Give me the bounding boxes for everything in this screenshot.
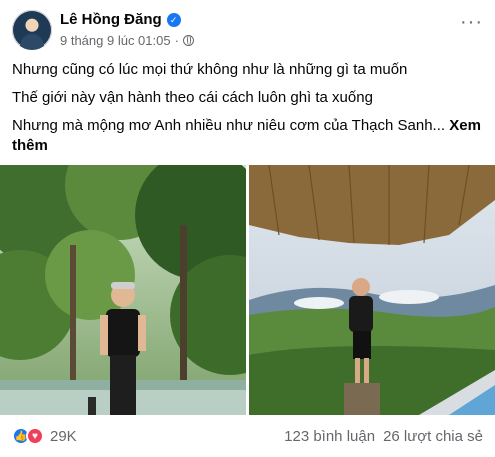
post-line-1: Nhưng cũng có lúc mọi thứ không như là n… xyxy=(12,61,408,78)
photo-grid xyxy=(0,165,495,415)
verified-badge-icon: ✓ xyxy=(166,12,181,27)
photo-forest[interactable] xyxy=(0,165,246,415)
photo-mountain-view[interactable] xyxy=(249,165,495,415)
post-line-3: Nhưng mà mộng mơ Anh nhiều như niêu cơm … xyxy=(12,116,483,156)
post-stats: 123 bình luận 26 lượt chia sẻ xyxy=(284,428,483,445)
reaction-count[interactable]: 29K xyxy=(50,428,77,445)
post-line-2: Thế giới này vận hành theo cái cách luôn… xyxy=(12,89,373,106)
post-text: Nhưng cũng có lúc mọi thứ không như là n… xyxy=(12,60,483,164)
post-footer: 👍 ♥ 29K 123 bình luận 26 lượt chia sẻ xyxy=(12,424,483,448)
more-options-icon[interactable]: ··· xyxy=(460,12,483,32)
post-meta: 9 tháng 9 lúc 01:05 · xyxy=(60,33,194,48)
author-name[interactable]: Lê Hồng Đăng xyxy=(60,11,162,28)
share-count[interactable]: 26 lượt chia sẻ xyxy=(383,428,483,445)
post-timestamp[interactable]: 9 tháng 9 lúc 01:05 xyxy=(60,33,171,48)
love-reaction-icon: ♥ xyxy=(26,427,44,445)
post-line-3-text: Nhưng mà mộng mơ Anh nhiều như niêu cơm … xyxy=(12,117,450,134)
globe-icon[interactable] xyxy=(182,35,194,46)
avatar[interactable] xyxy=(12,10,52,50)
reactions[interactable]: 👍 ♥ 29K xyxy=(12,427,77,445)
author-row: Lê Hồng Đăng ✓ xyxy=(60,11,181,28)
comment-count[interactable]: 123 bình luận xyxy=(284,428,375,445)
post-header: Lê Hồng Đăng ✓ 9 tháng 9 lúc 01:05 · ··· xyxy=(12,10,483,56)
